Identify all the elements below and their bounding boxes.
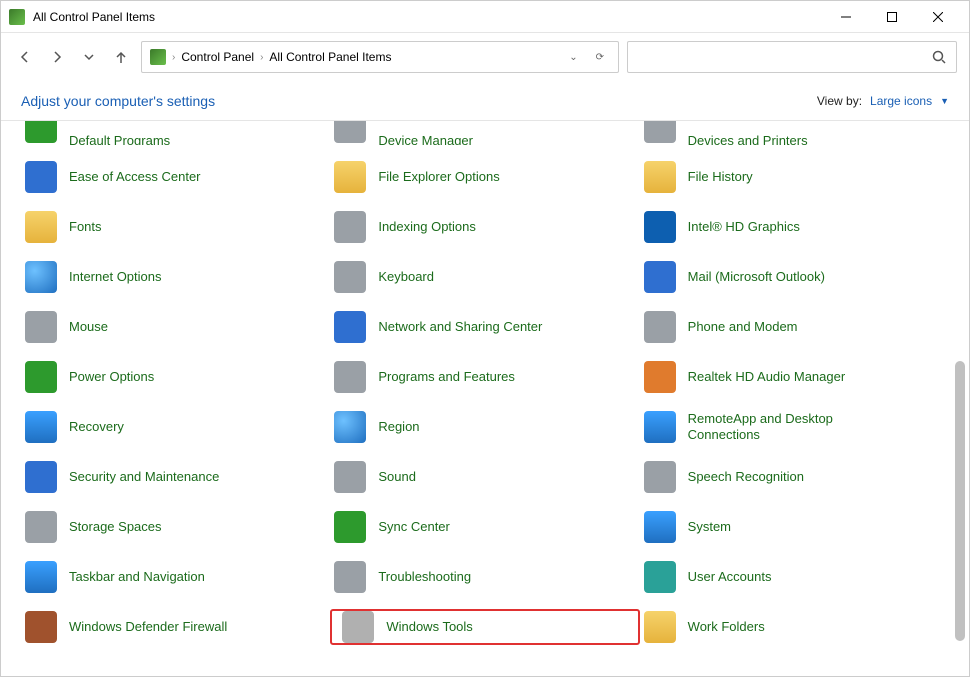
item-windows-defender-firewall[interactable]: Windows Defender Firewall	[21, 609, 330, 645]
item-devices-and-printers[interactable]: Devices and Printers	[640, 121, 949, 145]
items-grid: Ease of Access Center File Explorer Opti…	[1, 159, 969, 665]
chevron-right-icon: ›	[172, 52, 175, 63]
view-by-selector[interactable]: View by: Large icons ▼	[817, 94, 949, 108]
troubleshooting-icon	[334, 561, 366, 593]
breadcrumb-root[interactable]: Control Panel	[181, 50, 254, 64]
item-recovery[interactable]: Recovery	[21, 409, 330, 445]
taskbar-navigation-icon	[25, 561, 57, 593]
power-options-icon	[25, 361, 57, 393]
realtek-audio-icon	[644, 361, 676, 393]
refresh-button[interactable]: ⟳	[590, 52, 610, 63]
ease-of-access-icon	[25, 161, 57, 193]
back-button[interactable]	[13, 45, 37, 69]
item-network-sharing-center[interactable]: Network and Sharing Center	[330, 309, 639, 345]
window-title: All Control Panel Items	[33, 10, 823, 24]
minimize-button[interactable]	[823, 1, 869, 33]
forward-button[interactable]	[45, 45, 69, 69]
address-bar: › Control Panel › All Control Panel Item…	[1, 33, 969, 81]
breadcrumb-dropdown-button[interactable]: ⌄	[563, 52, 583, 63]
speech-recognition-icon	[644, 461, 676, 493]
item-troubleshooting[interactable]: Troubleshooting	[330, 559, 639, 595]
item-taskbar-and-navigation[interactable]: Taskbar and Navigation	[21, 559, 330, 595]
default-programs-icon	[25, 121, 57, 143]
item-file-explorer-options[interactable]: File Explorer Options	[330, 159, 639, 195]
work-folders-icon	[644, 611, 676, 643]
item-keyboard[interactable]: Keyboard	[330, 259, 639, 295]
intel-graphics-icon	[644, 211, 676, 243]
item-internet-options[interactable]: Internet Options	[21, 259, 330, 295]
item-device-manager[interactable]: Device Manager	[330, 121, 639, 145]
view-by-value: Large icons	[870, 94, 932, 108]
chevron-right-icon: ›	[260, 52, 263, 63]
search-icon	[932, 50, 946, 64]
item-system[interactable]: System	[640, 509, 949, 545]
item-fonts[interactable]: Fonts	[21, 209, 330, 245]
view-by-label: View by:	[817, 94, 862, 108]
maximize-button[interactable]	[869, 1, 915, 33]
item-mail-outlook[interactable]: Mail (Microsoft Outlook)	[640, 259, 949, 295]
item-windows-tools[interactable]: Windows Tools	[330, 609, 639, 645]
sound-icon	[334, 461, 366, 493]
windows-tools-icon	[342, 611, 374, 643]
item-programs-and-features[interactable]: Programs and Features	[330, 359, 639, 395]
device-manager-icon	[334, 121, 366, 143]
item-file-history[interactable]: File History	[640, 159, 949, 195]
storage-spaces-icon	[25, 511, 57, 543]
item-region[interactable]: Region	[330, 409, 639, 445]
item-realtek-hd-audio[interactable]: Realtek HD Audio Manager	[640, 359, 949, 395]
control-panel-icon	[9, 9, 25, 25]
internet-options-icon	[25, 261, 57, 293]
file-explorer-options-icon	[334, 161, 366, 193]
item-speech-recognition[interactable]: Speech Recognition	[640, 459, 949, 495]
header-bar: Adjust your computer's settings View by:…	[1, 81, 969, 121]
up-button[interactable]	[109, 45, 133, 69]
chevron-down-icon: ▼	[940, 96, 949, 106]
close-button[interactable]	[915, 1, 961, 33]
scrollbar[interactable]	[953, 241, 967, 674]
cutoff-row: Default Programs Device Manager Devices …	[1, 121, 969, 145]
indexing-options-icon	[334, 211, 366, 243]
keyboard-icon	[334, 261, 366, 293]
item-security-and-maintenance[interactable]: Security and Maintenance	[21, 459, 330, 495]
item-ease-of-access-center[interactable]: Ease of Access Center	[21, 159, 330, 195]
item-phone-and-modem[interactable]: Phone and Modem	[640, 309, 949, 345]
titlebar: All Control Panel Items	[1, 1, 969, 33]
user-accounts-icon	[644, 561, 676, 593]
item-work-folders[interactable]: Work Folders	[640, 609, 949, 645]
item-power-options[interactable]: Power Options	[21, 359, 330, 395]
sync-center-icon	[334, 511, 366, 543]
item-sync-center[interactable]: Sync Center	[330, 509, 639, 545]
network-sharing-icon	[334, 311, 366, 343]
programs-features-icon	[334, 361, 366, 393]
defender-firewall-icon	[25, 611, 57, 643]
search-input[interactable]	[627, 41, 957, 73]
remoteapp-icon	[644, 411, 676, 443]
fonts-icon	[25, 211, 57, 243]
item-storage-spaces[interactable]: Storage Spaces	[21, 509, 330, 545]
mail-icon	[644, 261, 676, 293]
adjust-settings-heading: Adjust your computer's settings	[21, 93, 215, 109]
security-maintenance-icon	[25, 461, 57, 493]
location-icon	[150, 49, 166, 65]
item-user-accounts[interactable]: User Accounts	[640, 559, 949, 595]
devices-printers-icon	[644, 121, 676, 143]
item-default-programs[interactable]: Default Programs	[21, 121, 330, 145]
address-box[interactable]: › Control Panel › All Control Panel Item…	[141, 41, 619, 73]
recent-locations-button[interactable]	[77, 45, 101, 69]
item-remoteapp-desktop-connections[interactable]: RemoteApp and Desktop Connections	[640, 409, 949, 445]
item-intel-hd-graphics[interactable]: Intel® HD Graphics	[640, 209, 949, 245]
mouse-icon	[25, 311, 57, 343]
item-mouse[interactable]: Mouse	[21, 309, 330, 345]
system-icon	[644, 511, 676, 543]
content-area: Default Programs Device Manager Devices …	[1, 121, 969, 676]
scrollbar-thumb[interactable]	[955, 361, 965, 641]
region-icon	[334, 411, 366, 443]
breadcrumb-current[interactable]: All Control Panel Items	[269, 50, 391, 64]
recovery-icon	[25, 411, 57, 443]
item-indexing-options[interactable]: Indexing Options	[330, 209, 639, 245]
phone-modem-icon	[644, 311, 676, 343]
item-sound[interactable]: Sound	[330, 459, 639, 495]
file-history-icon	[644, 161, 676, 193]
